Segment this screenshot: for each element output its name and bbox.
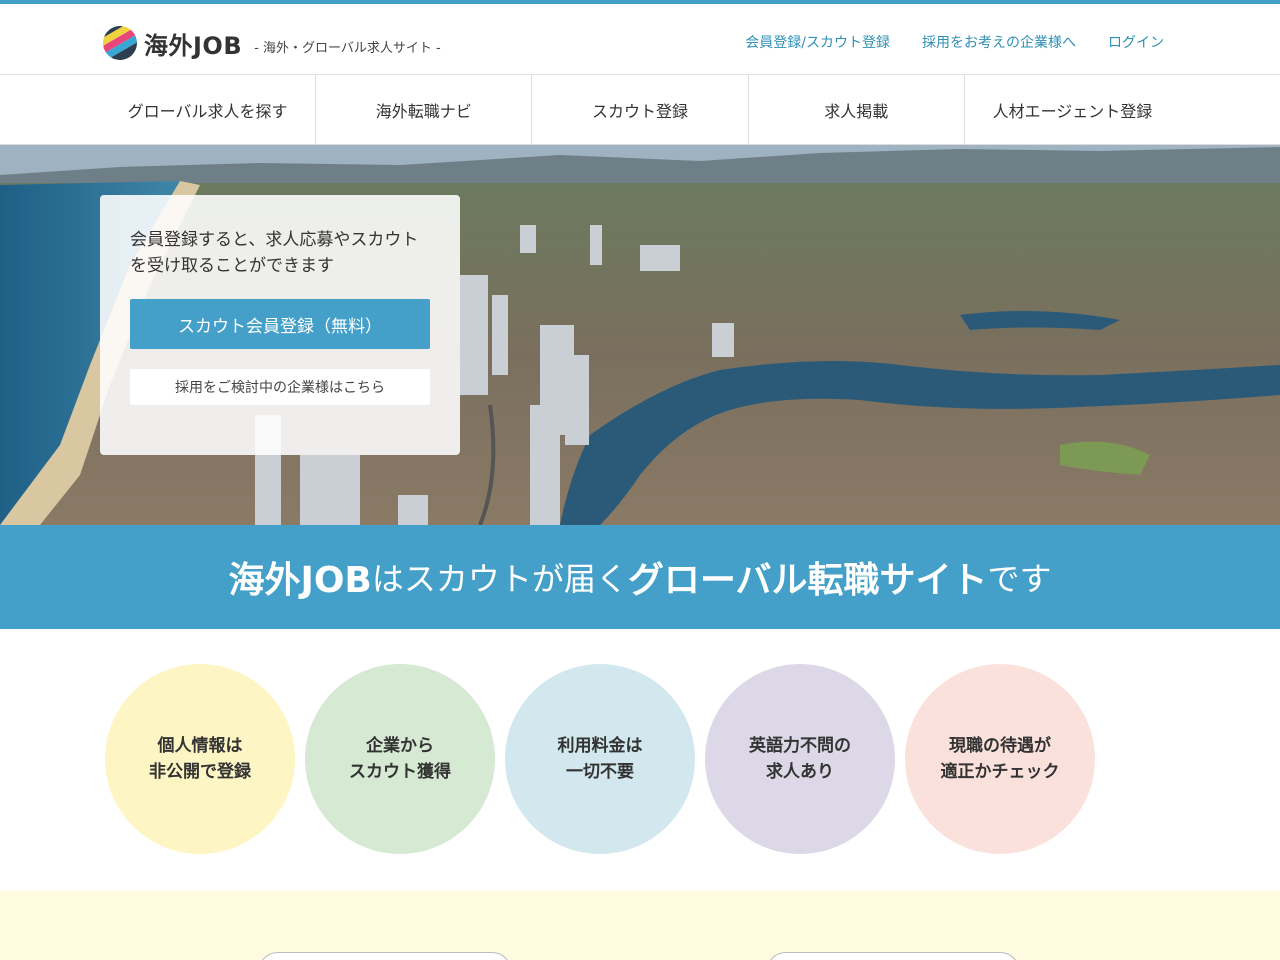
feature-scout: 企業から スカウト獲得	[305, 664, 495, 854]
company-inquiry-button[interactable]: 採用をご検討中の企業様はこちら	[130, 369, 430, 405]
site-header: 海外JOB - 海外・グローバル求人サイト - 会員登録/スカウト登録 採用をお…	[0, 4, 1280, 75]
feature-private-info: 個人情報は 非公開で登録	[105, 664, 295, 854]
site-tagline: - 海外・グローバル求人サイト -	[254, 40, 441, 56]
banner-text-1: はスカウトが届く	[371, 560, 628, 598]
feature-line: 利用料金は	[557, 736, 643, 756]
feature-no-english: 英語力不問の 求人あり	[705, 664, 895, 854]
banner-brand: 海外JOB	[228, 560, 372, 601]
banner-highlight: グローバル転職サイト	[627, 560, 988, 601]
logo-text: 海外JOB	[144, 31, 243, 60]
for-companies-link[interactable]: 採用をお考えの企業様へ	[922, 32, 1076, 52]
feature-line: 求人あり	[766, 762, 834, 782]
feature-check-treatment: 現職の待遇が 適正かチェック	[905, 664, 1095, 854]
site-logo[interactable]: 海外JOB - 海外・グローバル求人サイト -	[102, 25, 441, 61]
feature-line: 企業から	[366, 736, 434, 756]
banner-text-2: です	[987, 560, 1052, 598]
feature-line: スカウト獲得	[349, 762, 451, 782]
register-scout-link[interactable]: 会員登録/スカウト登録	[745, 32, 890, 52]
feature-line: 英語力不問の	[749, 736, 851, 756]
hero-message: 会員登録すると、求人応募やスカウトを受け取ることができます	[130, 230, 419, 276]
feature-line: 個人情報は	[157, 736, 243, 756]
main-nav: グローバル求人を探す 海外転職ナビ スカウト登録 求人掲載 人材エージェント登録	[0, 75, 1280, 145]
feature-free: 利用料金は 一切不要	[505, 664, 695, 854]
nav-item-search-jobs[interactable]: グローバル求人を探す	[100, 75, 317, 144]
bottom-pill-left[interactable]	[258, 952, 512, 960]
feature-circles: 個人情報は 非公開で登録 企業から スカウト獲得 利用料金は 一切不要 英語力不…	[0, 629, 1280, 889]
feature-line: 非公開で登録	[149, 762, 251, 782]
feature-line: 適正かチェック	[940, 762, 1060, 782]
nav-item-post-job[interactable]: 求人掲載	[749, 75, 965, 144]
nav-item-agent-register[interactable]: 人材エージェント登録	[965, 75, 1180, 144]
hero-signup-card: 会員登録すると、求人応募やスカウトを受け取ることができます スカウト会員登録（無…	[100, 195, 460, 455]
login-link[interactable]: ログイン	[1108, 32, 1164, 52]
tagline-banner: 海外JOB はスカウトが届く グローバル転職サイト です	[0, 525, 1280, 629]
feature-line: 現職の待遇が	[949, 736, 1051, 756]
logo-stripes-icon	[102, 25, 138, 61]
bottom-section	[0, 890, 1280, 960]
scout-signup-button[interactable]: スカウト会員登録（無料）	[130, 299, 430, 349]
nav-item-scout-register[interactable]: スカウト登録	[532, 75, 749, 144]
feature-line: 一切不要	[566, 762, 634, 782]
header-links: 会員登録/スカウト登録 採用をお考えの企業様へ ログイン	[745, 32, 1164, 52]
hero-section: 会員登録すると、求人応募やスカウトを受け取ることができます スカウト会員登録（無…	[0, 145, 1280, 525]
nav-item-career-navi[interactable]: 海外転職ナビ	[316, 75, 533, 144]
bottom-pill-right[interactable]	[766, 952, 1020, 960]
